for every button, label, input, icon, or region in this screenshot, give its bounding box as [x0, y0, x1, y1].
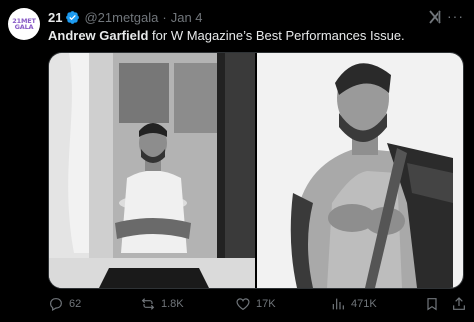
tweet-header: 21 @21metgala · Jan 4: [48, 8, 203, 26]
grok-icon[interactable]: [427, 9, 443, 25]
action-bar: 62 1.8K 17K 471K: [48, 296, 468, 314]
tweet-text-bold: Andrew Garfield: [48, 28, 149, 43]
view-count: 471K: [351, 298, 377, 310]
bookmark-icon: [427, 298, 437, 311]
photo-right-image: [257, 53, 463, 288]
verified-badge-icon: [65, 10, 80, 25]
photo-right[interactable]: [257, 53, 463, 288]
avatar-logo: 21MET GALA: [12, 18, 36, 31]
like-count: 17K: [256, 298, 276, 310]
repost-icon: [141, 298, 155, 310]
repost-button[interactable]: 1.8K: [140, 296, 184, 312]
heart-icon: [236, 298, 250, 311]
reply-button[interactable]: 62: [48, 296, 81, 312]
avatar-logo-line2: GALA: [14, 23, 34, 31]
user-handle[interactable]: @21metgala: [84, 10, 158, 25]
views-icon: [332, 298, 344, 310]
share-button[interactable]: [451, 296, 472, 312]
display-name[interactable]: 21: [48, 10, 62, 25]
reply-count: 62: [69, 298, 82, 310]
timestamp[interactable]: Jan 4: [171, 10, 203, 25]
more-options-icon[interactable]: ···: [447, 8, 464, 24]
share-icon: [453, 297, 465, 310]
photo-left[interactable]: [49, 53, 255, 288]
media-grid: [48, 52, 464, 289]
avatar[interactable]: 21MET GALA: [8, 8, 40, 40]
bookmark-button[interactable]: [424, 296, 445, 312]
repost-count: 1.8K: [161, 298, 184, 310]
tweet-text: Andrew Garfield for W Magazine’s Best Pe…: [48, 27, 468, 45]
separator-dot: ·: [162, 9, 167, 25]
views-button[interactable]: 471K: [330, 296, 377, 312]
reply-icon: [50, 298, 62, 312]
tweet-text-body: for W Magazine’s Best Performances Issue…: [148, 28, 405, 43]
photo-left-image: [49, 53, 255, 288]
like-button[interactable]: 17K: [235, 296, 276, 312]
